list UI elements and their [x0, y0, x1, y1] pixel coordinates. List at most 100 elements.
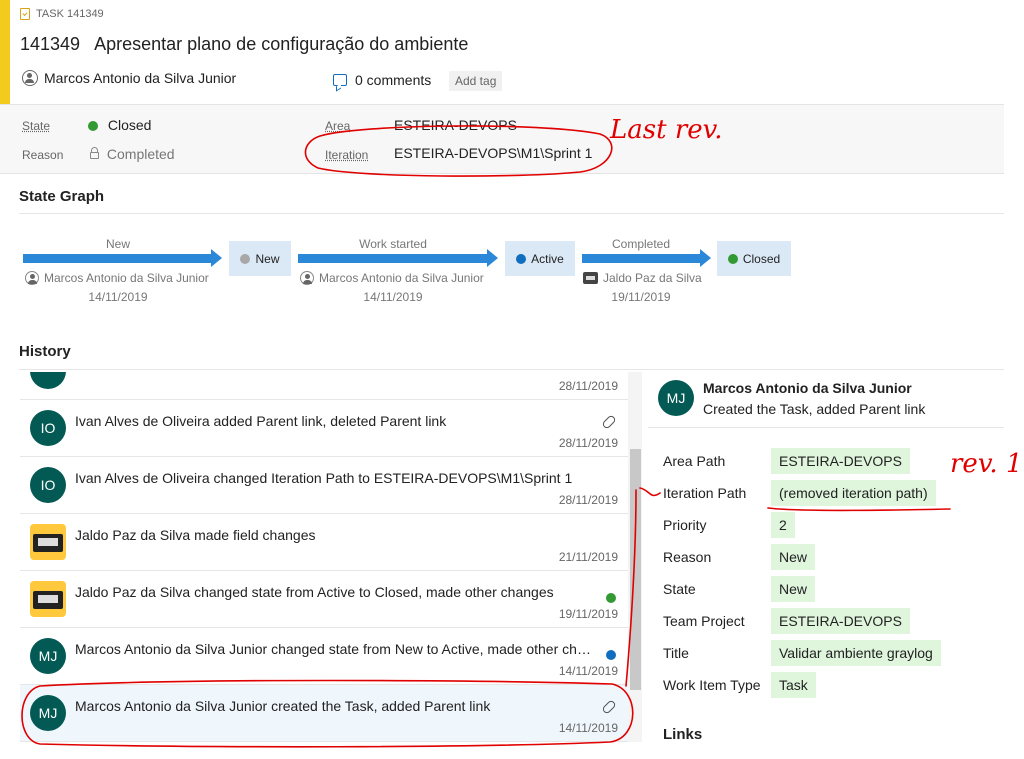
- person-icon: [300, 271, 314, 285]
- changed-field-name: Team Project: [663, 613, 745, 629]
- state-value: Closed: [107, 117, 152, 133]
- changed-field-name: Reason: [663, 549, 712, 565]
- history-item[interactable]: IO Ivan Alves de Oliveira changed Iterati…: [20, 457, 628, 514]
- changed-field-row: Iteration Path (removed iteration path): [663, 479, 936, 507]
- iteration-label: Iteration: [325, 148, 369, 162]
- state-node-label: Active: [531, 251, 564, 266]
- transition-label: Work started: [359, 237, 427, 251]
- comment-icon: [333, 74, 347, 86]
- changed-field-value: ESTEIRA-DEVOPS: [771, 448, 910, 474]
- transition-user-name: Jaldo Paz da Silva: [603, 271, 702, 285]
- avatar: [30, 372, 66, 389]
- badge-icon: [583, 272, 598, 284]
- history-item-text: Marcos Antonio da Silva Junior created t…: [75, 698, 491, 714]
- transition-date: 14/11/2019: [363, 290, 423, 304]
- links-title: Links: [663, 726, 703, 743]
- history-item[interactable]: MJ Marcos Antonio da Silva Junior changed…: [20, 628, 628, 685]
- changed-field-name: Priority: [663, 517, 707, 533]
- changed-field-name: Iteration Path: [663, 485, 747, 501]
- state-node-active: Active: [505, 241, 575, 276]
- avatar: IO: [30, 467, 66, 503]
- reason-field: Completed: [90, 146, 175, 162]
- avatar-image: [30, 524, 66, 560]
- changed-field-row: State New: [663, 575, 816, 603]
- transition-label: Completed: [611, 237, 671, 251]
- iteration-value[interactable]: ESTEIRA-DEVOPS\M1\Sprint 1: [394, 145, 592, 161]
- area-value[interactable]: ESTEIRA-DEVOPS: [394, 117, 517, 133]
- revision-detail-panel: MJ Marcos Antonio da Silva Junior Create…: [648, 372, 1004, 752]
- avatar: IO: [30, 410, 66, 446]
- detail-divider: [648, 427, 1004, 428]
- lock-icon: [90, 146, 99, 159]
- transition-user: Jaldo Paz da Silva: [583, 271, 702, 285]
- history-item-date: 19/11/2019: [558, 607, 618, 621]
- state-dot-icon: [516, 253, 527, 264]
- history-list[interactable]: 28/11/2019 IO Ivan Alves de Oliveira added…: [20, 372, 642, 742]
- state-dot-icon: [240, 253, 251, 264]
- avatar: MJ: [658, 380, 694, 416]
- comments-link[interactable]: 0 comments: [333, 72, 431, 88]
- changed-field-name: Title: [663, 645, 689, 661]
- changed-field-row: Area Path ESTEIRA-DEVOPS: [663, 447, 910, 475]
- changed-field-row: Title Validar ambiente graylog: [663, 639, 941, 667]
- history-item[interactable]: 28/11/2019: [20, 372, 628, 400]
- avatar-image: [30, 581, 66, 617]
- fields-panel: [0, 104, 1004, 174]
- work-item-id: 141349: [20, 34, 81, 54]
- changed-field-row: Team Project ESTEIRA-DEVOPS: [663, 607, 910, 635]
- history-divider: [19, 369, 1004, 370]
- transition-date: 14/11/2019: [88, 290, 148, 304]
- transition-user-name: Marcos Antonio da Silva Junior: [319, 271, 484, 285]
- changed-field-value: 2: [771, 512, 795, 538]
- history-item-text: Jaldo Paz da Silva made field changes: [75, 527, 316, 543]
- work-item-kind-label: TASK 141349: [36, 8, 104, 20]
- history-item[interactable]: Jaldo Paz da Silva made field changes 21/…: [20, 514, 628, 571]
- comments-count[interactable]: 0 comments: [355, 72, 431, 88]
- revision-summary: Created the Task, added Parent link: [703, 401, 926, 417]
- work-item-type-color-bar: [0, 0, 10, 104]
- history-item-date: 28/11/2019: [558, 436, 618, 450]
- state-node-new: New: [229, 241, 291, 276]
- state-dot-icon: [88, 121, 98, 132]
- avatar: MJ: [30, 695, 66, 731]
- add-tag-button[interactable]: Add tag: [449, 71, 503, 91]
- state-change-dot-icon: [606, 646, 616, 664]
- changed-field-row: Reason New: [663, 543, 816, 571]
- history-item-date: 28/11/2019: [558, 493, 618, 507]
- arrow-head-icon: [700, 249, 711, 267]
- work-item-kind: TASK 141349: [20, 8, 104, 20]
- history-title: History: [19, 343, 71, 360]
- state-label: State: [22, 119, 51, 133]
- history-item[interactable]: IO Ivan Alves de Oliveira added Parent li…: [20, 400, 628, 457]
- assigned-to[interactable]: Marcos Antonio da Silva Junior: [22, 70, 236, 86]
- transition-date: 19/11/2019: [611, 290, 671, 304]
- person-icon: [25, 271, 39, 285]
- state-node-label: Closed: [742, 251, 781, 266]
- changed-field-name: Area Path: [663, 453, 726, 469]
- changed-field-value: Validar ambiente graylog: [771, 640, 941, 666]
- transition-user: Marcos Antonio da Silva Junior: [25, 271, 209, 285]
- work-item-title-text[interactable]: Apresentar plano de configuração do ambi…: [94, 34, 468, 54]
- history-item[interactable]: MJ Marcos Antonio da Silva Junior created…: [20, 685, 628, 742]
- arrow-head-icon: [211, 249, 222, 267]
- changed-field-name: State: [663, 581, 696, 597]
- assigned-to-name[interactable]: Marcos Antonio da Silva Junior: [44, 70, 236, 86]
- work-item-title[interactable]: 141349 Apresentar plano de configuração …: [20, 34, 468, 55]
- avatar: MJ: [30, 638, 66, 674]
- transition-user-name: Marcos Antonio da Silva Junior: [44, 271, 209, 285]
- history-item[interactable]: Jaldo Paz da Silva changed state from Ac…: [20, 571, 628, 628]
- state-node-label: New: [255, 251, 280, 266]
- reason-label: Reason: [22, 148, 64, 162]
- link-icon: [601, 414, 617, 430]
- state-field[interactable]: Closed: [88, 117, 151, 133]
- state-node-closed: Closed: [717, 241, 791, 276]
- history-item-date: 14/11/2019: [558, 721, 618, 735]
- history-item-text: Jaldo Paz da Silva changed state from Ac…: [75, 584, 554, 600]
- arrow-head-icon: [487, 249, 498, 267]
- state-graph-divider: [19, 213, 1004, 214]
- changed-field-row: Priority 2: [663, 511, 795, 539]
- area-label: Area: [325, 119, 351, 133]
- history-scrollbar-thumb[interactable]: [630, 449, 641, 690]
- task-icon: [20, 8, 30, 20]
- state-change-dot-icon: [606, 589, 616, 607]
